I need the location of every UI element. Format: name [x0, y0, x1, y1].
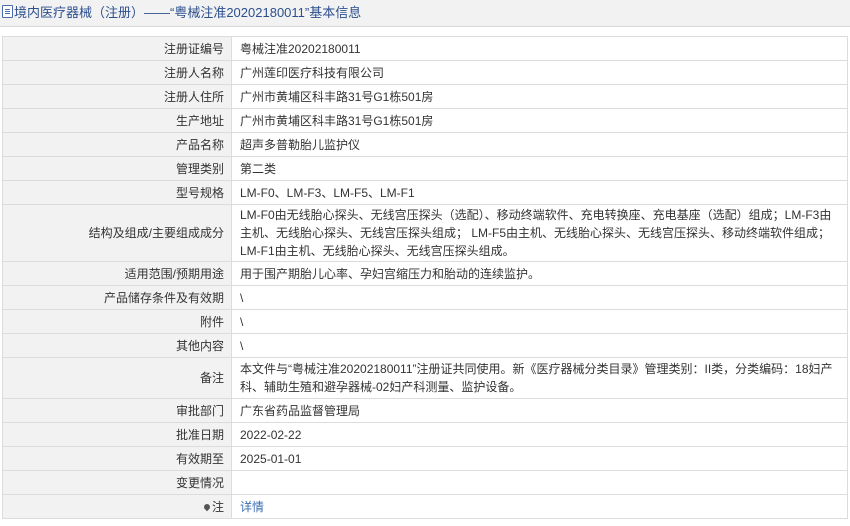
table-row-valid-until: 有效期至 2025-01-01 [2, 446, 848, 471]
table-row-change-status: 变更情况 [2, 470, 848, 495]
row-label: 注册人住所 [2, 84, 232, 109]
row-label: 结构及组成/主要组成成分 [2, 204, 232, 262]
row-label-note: 注 [2, 494, 232, 519]
row-label: 变更情况 [2, 470, 232, 495]
details-link[interactable]: 详情 [240, 500, 264, 514]
row-value: 详情 [231, 494, 848, 519]
row-label: 批准日期 [2, 422, 232, 447]
table-row-structure-composition: 结构及组成/主要组成成分 LM-F0由无线胎心探头、无线宫压探头（选配）、移动终… [2, 204, 848, 262]
table-row-storage-validity: 产品储存条件及有效期 \ [2, 285, 848, 310]
row-value: 超声多普勒胎儿监护仪 [231, 132, 848, 157]
row-value [231, 470, 848, 495]
table-row-management-category: 管理类别 第二类 [2, 156, 848, 181]
row-value: \ [231, 309, 848, 334]
row-value: 广东省药品监督管理局 [231, 398, 848, 423]
row-value: 粤械注准20202180011 [231, 36, 848, 61]
table-row-registrant-name: 注册人名称 广州莲印医疗科技有限公司 [2, 60, 848, 85]
row-value: LM-F0、LM-F3、LM-F5、LM-F1 [231, 180, 848, 205]
table-row-registrant-address: 注册人住所 广州市黄埔区科丰路31号G1栋501房 [2, 84, 848, 109]
table-row-approval-department: 审批部门 广东省药品监督管理局 [2, 398, 848, 423]
document-icon [2, 5, 13, 18]
row-value: 第二类 [231, 156, 848, 181]
row-label: 其他内容 [2, 333, 232, 358]
table-row-other-content: 其他内容 \ [2, 333, 848, 358]
table-row-production-address: 生产地址 广州市黄埔区科丰路31号G1栋501房 [2, 108, 848, 133]
row-value: 2022-02-22 [231, 422, 848, 447]
row-value: 广州市黄埔区科丰路31号G1栋501房 [231, 84, 848, 109]
row-label: 注册证编号 [2, 36, 232, 61]
row-label: 产品名称 [2, 132, 232, 157]
table-row-note: 注 详情 [2, 494, 848, 519]
row-label: 适用范围/预期用途 [2, 261, 232, 286]
table-row-product-name: 产品名称 超声多普勒胎儿监护仪 [2, 132, 848, 157]
row-value: 用于围产期胎儿心率、孕妇宫缩压力和胎动的连续监护。 [231, 261, 848, 286]
table-row-model-spec: 型号规格 LM-F0、LM-F3、LM-F5、LM-F1 [2, 180, 848, 205]
table-row-intended-use: 适用范围/预期用途 用于围产期胎儿心率、孕妇宫缩压力和胎动的连续监护。 [2, 261, 848, 286]
row-label: 生产地址 [2, 108, 232, 133]
row-value: 广州莲印医疗科技有限公司 [231, 60, 848, 85]
note-label: 注 [211, 499, 224, 514]
info-table-container: 注册证编号 粤械注准20202180011 注册人名称 广州莲印医疗科技有限公司… [0, 27, 850, 519]
row-label: 管理类别 [2, 156, 232, 181]
row-label: 附件 [2, 309, 232, 334]
row-label: 备注 [2, 357, 232, 399]
table-row-remarks: 备注 本文件与“粤械注准20202180011”注册证共同使用。新《医疗器械分类… [2, 357, 848, 399]
row-value: \ [231, 333, 848, 358]
row-value: 广州市黄埔区科丰路31号G1栋501房 [231, 108, 848, 133]
page-title: 境内医疗器械（注册）——“粤械注准20202180011”基本信息 [14, 5, 362, 20]
row-label: 有效期至 [2, 446, 232, 471]
row-value: 2025-01-01 [231, 446, 848, 471]
row-label: 产品储存条件及有效期 [2, 285, 232, 310]
row-label: 注册人名称 [2, 60, 232, 85]
row-label: 型号规格 [2, 180, 232, 205]
pin-icon [202, 502, 212, 511]
row-value: 本文件与“粤械注准20202180011”注册证共同使用。新《医疗器械分类目录》… [231, 357, 848, 399]
row-value: \ [231, 285, 848, 310]
page-title-bar: 境内医疗器械（注册）——“粤械注准20202180011”基本信息 [0, 0, 850, 27]
device-info-table: 注册证编号 粤械注准20202180011 注册人名称 广州莲印医疗科技有限公司… [2, 36, 848, 519]
table-row-registration-number: 注册证编号 粤械注准20202180011 [2, 36, 848, 61]
table-row-attachments: 附件 \ [2, 309, 848, 334]
table-row-approval-date: 批准日期 2022-02-22 [2, 422, 848, 447]
row-label: 审批部门 [2, 398, 232, 423]
row-value: LM-F0由无线胎心探头、无线宫压探头（选配）、移动终端软件、充电转换座、充电基… [231, 204, 848, 262]
